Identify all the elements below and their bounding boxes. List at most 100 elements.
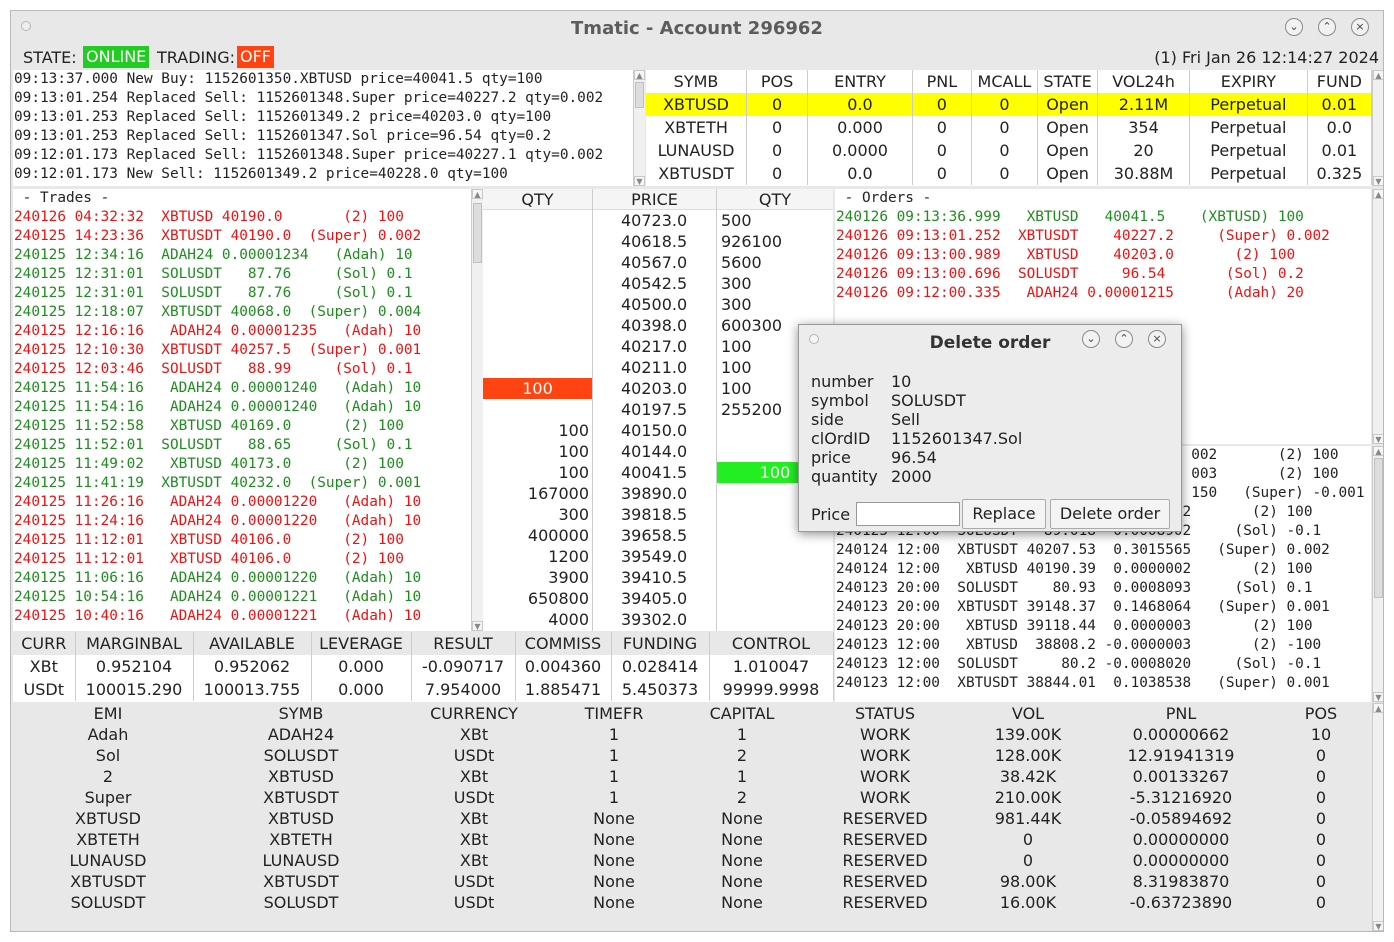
- instruments-scrollbar[interactable]: ▲ ▼: [1372, 70, 1383, 186]
- scroll-up-icon[interactable]: ▲: [1373, 189, 1383, 199]
- bot-row[interactable]: XBTUSDT XBTUSDT USDt None None RESERVED 98.00K…: [13, 871, 1371, 892]
- order-row[interactable]: 240126 09:13:36.999 XBTUSD 40041.5 (XBTU…: [836, 208, 1371, 227]
- column-header[interactable]: PNL: [912, 70, 972, 93]
- price-cell[interactable]: 40197.5: [593, 399, 716, 420]
- title-bar[interactable]: Tmatic - Account 296962 ⌄ ⌃ ×: [11, 11, 1383, 45]
- price-cell[interactable]: 40500.0: [593, 294, 716, 315]
- price-cell[interactable]: 39410.5: [593, 567, 716, 588]
- bid-qty-cell[interactable]: 100: [483, 441, 592, 462]
- maximize-icon[interactable]: ⌃: [1318, 18, 1336, 36]
- instrument-row[interactable]: LUNAUSD 0 0.0000 0 0 Open 20 Perpetual 0.01: [646, 139, 1373, 162]
- bid-qty-cell[interactable]: 4000: [483, 609, 592, 630]
- bid-qty-cell[interactable]: 100: [483, 462, 592, 483]
- price-cell[interactable]: 40542.5: [593, 273, 716, 294]
- scroll-up-icon[interactable]: ▲: [472, 189, 483, 199]
- bid-qty-cell[interactable]: 3900: [483, 567, 592, 588]
- trading-badge[interactable]: OFF: [237, 46, 274, 68]
- orders-scrollbar[interactable]: ▲ ▼: [1372, 189, 1383, 444]
- scroll-up-icon[interactable]: ▲: [634, 70, 645, 80]
- my-bid-cell[interactable]: [483, 399, 592, 420]
- price-cell[interactable]: 39818.5: [593, 504, 716, 525]
- price-cell[interactable]: 39890.0: [593, 483, 716, 504]
- scroll-thumb[interactable]: [1374, 458, 1383, 598]
- maximize-icon[interactable]: ⌃: [1115, 330, 1133, 348]
- my-bid-cell[interactable]: [483, 357, 592, 378]
- scroll-thumb[interactable]: [635, 82, 644, 108]
- price-input[interactable]: [856, 502, 960, 526]
- replace-button[interactable]: Replace: [962, 499, 1046, 529]
- my-order-qty[interactable]: 100: [760, 463, 791, 482]
- price-cell[interactable]: 40144.0: [593, 441, 716, 462]
- my-bid-cell[interactable]: [483, 336, 592, 357]
- price-cell[interactable]: 39405.0: [593, 588, 716, 609]
- column-header[interactable]: VOL24h: [1097, 70, 1191, 93]
- bid-qty-cell[interactable]: 650800: [483, 588, 592, 609]
- my-ask-cell[interactable]: [717, 588, 833, 609]
- bot-row[interactable]: XBTUSD XBTUSD XBt None None RESERVED 981.44K -0…: [13, 808, 1371, 829]
- minimize-icon[interactable]: ⌄: [1082, 330, 1100, 348]
- my-bid-cell[interactable]: [483, 252, 592, 273]
- ask-qty-cell[interactable]: 926100: [717, 231, 833, 252]
- order-row[interactable]: 240126 09:13:01.252 XBTUSDT 40227.2 (Sup…: [836, 227, 1371, 246]
- column-header[interactable]: EXPIRY: [1189, 70, 1308, 93]
- my-ask-cell[interactable]: [717, 567, 833, 588]
- scroll-down-icon[interactable]: ▼: [634, 176, 645, 186]
- price-cell[interactable]: 40723.0: [593, 210, 716, 231]
- price-cell[interactable]: 40211.0: [593, 357, 716, 378]
- close-icon[interactable]: ×: [1148, 330, 1166, 348]
- scroll-up-icon[interactable]: ▲: [1373, 70, 1383, 80]
- order-row[interactable]: 240126 09:13:00.989 XBTUSD 40203.0 (2) 1…: [836, 246, 1371, 265]
- trades-scrollbar[interactable]: ▲ ▼: [471, 189, 483, 631]
- column-header[interactable]: POS: [746, 70, 809, 93]
- scroll-down-icon[interactable]: ▼: [1373, 434, 1383, 444]
- my-order-qty[interactable]: 100: [522, 379, 553, 398]
- order-row[interactable]: 240126 09:13:00.696 SOLUSDT 96.54 (Sol) …: [836, 265, 1371, 284]
- scroll-down-icon[interactable]: ▼: [1373, 176, 1383, 186]
- instrument-row[interactable]: XBTUSD 0 0.0 0 0 Open 2.11M Perpetual 0.01: [646, 93, 1373, 116]
- column-header[interactable]: SYMB: [646, 70, 748, 93]
- price-cell[interactable]: 40567.0: [593, 252, 716, 273]
- price-cell[interactable]: 39658.5: [593, 525, 716, 546]
- ask-qty-cell[interactable]: 300: [717, 294, 833, 315]
- my-bid-cell[interactable]: [483, 231, 592, 252]
- price-cell[interactable]: 39549.0: [593, 546, 716, 567]
- close-icon[interactable]: ×: [1351, 18, 1369, 36]
- scroll-down-icon[interactable]: ▼: [472, 621, 483, 631]
- bot-row[interactable]: LUNAUSD LUNAUSD XBt None None RESERVED 0 0.0000…: [13, 850, 1371, 871]
- column-header[interactable]: STATE: [1037, 70, 1099, 93]
- instrument-row[interactable]: XBTETH 0 0.000 0 0 Open 354 Perpetual 0.0: [646, 116, 1373, 139]
- price-cell[interactable]: 40203.0: [593, 378, 716, 399]
- column-header[interactable]: ENTRY: [807, 70, 913, 93]
- order-row[interactable]: 240126 09:12:00.335 ADAH24 0.00001215 (A…: [836, 284, 1371, 303]
- column-header[interactable]: FUND: [1307, 70, 1373, 93]
- bid-qty-cell[interactable]: 300: [483, 504, 592, 525]
- ask-qty-cell[interactable]: 5600: [717, 252, 833, 273]
- scroll-down-icon[interactable]: ▼: [1373, 921, 1383, 931]
- bot-row[interactable]: SOLUSDT SOLUSDT USDt None None RESERVED 16.00K…: [13, 892, 1371, 913]
- price-cell[interactable]: 39302.0: [593, 609, 716, 630]
- price-cell[interactable]: 40150.0: [593, 420, 716, 441]
- bid-qty-cell[interactable]: 100: [483, 420, 592, 441]
- my-bid-cell[interactable]: [483, 294, 592, 315]
- my-bid-cell[interactable]: [483, 210, 592, 231]
- scroll-down-icon[interactable]: ▼: [1373, 692, 1383, 702]
- minimize-icon[interactable]: ⌄: [1285, 18, 1303, 36]
- my-bid-cell[interactable]: [483, 315, 592, 336]
- my-bid-cell[interactable]: [483, 273, 592, 294]
- bot-row[interactable]: Sol SOLUSDT USDt 1 2 WORK 128.00K 12.91941319 0: [13, 745, 1371, 766]
- ask-qty-cell[interactable]: 300: [717, 273, 833, 294]
- my-ask-cell[interactable]: [717, 546, 833, 567]
- delete-order-button[interactable]: Delete order: [1050, 499, 1170, 529]
- bot-row[interactable]: XBTETH XBTETH XBt None None RESERVED 0 0.000000…: [13, 829, 1371, 850]
- bid-qty-cell[interactable]: 1200: [483, 546, 592, 567]
- price-cell[interactable]: 40041.5: [593, 462, 716, 483]
- bot-row[interactable]: Super XBTUSDT USDt 1 2 WORK 210.00K -5.31216920…: [13, 787, 1371, 808]
- ask-qty-cell[interactable]: 500: [717, 210, 833, 231]
- bot-row[interactable]: Adah ADAH24 XBt 1 1 WORK 139.00K 0.00000662 10: [13, 724, 1371, 745]
- scroll-up-icon[interactable]: ▲: [1373, 703, 1383, 713]
- bot-row[interactable]: 2 XBTUSD XBt 1 1 WORK 38.42K 0.00133267 0: [13, 766, 1371, 787]
- my-bid-cell[interactable]: 100: [483, 378, 592, 399]
- instrument-row[interactable]: XBTUSDT 0 0.0 0 0 Open 30.88M Perpetual 0.325: [646, 162, 1373, 185]
- price-cell[interactable]: 40618.5: [593, 231, 716, 252]
- log-scrollbar[interactable]: ▲ ▼: [633, 70, 645, 186]
